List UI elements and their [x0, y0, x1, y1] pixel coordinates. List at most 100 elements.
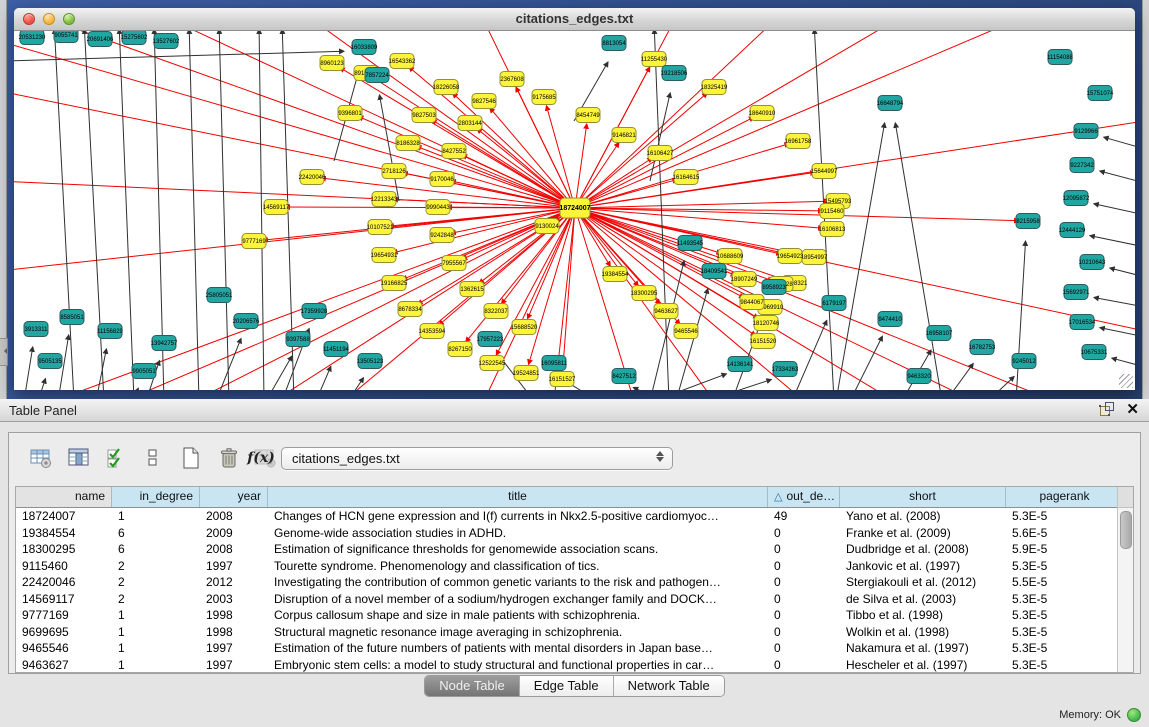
network-canvas[interactable]: 8960123891295516543362939680122420046145…: [14, 31, 1135, 390]
graph-node[interactable]: 18907249: [731, 272, 758, 287]
graph-node[interactable]: 1362615: [460, 282, 484, 297]
graph-node[interactable]: 18120746: [753, 316, 780, 331]
row-height-icon[interactable]: [139, 444, 167, 472]
table-row[interactable]: 946362711997Embryonic stem cells: a mode…: [16, 657, 1133, 674]
graph-node[interactable]: 9175685: [532, 90, 556, 105]
table-cell[interactable]: 2009: [200, 525, 268, 542]
table-cell[interactable]: 0: [768, 607, 840, 624]
table-cell[interactable]: 1: [112, 607, 200, 624]
graph-node[interactable]: 8322037: [484, 304, 508, 319]
graph-node[interactable]: 19654931: [371, 248, 398, 263]
graph-node[interactable]: 18954997: [801, 250, 828, 265]
table-cell[interactable]: 14569117: [16, 591, 112, 608]
column-header-out_de[interactable]: △out_de…: [768, 487, 840, 507]
float-panel-icon[interactable]: [1099, 402, 1114, 417]
new-table-icon[interactable]: [177, 444, 205, 472]
table-cell[interactable]: 2012: [200, 574, 268, 591]
table-cell[interactable]: 1997: [200, 657, 268, 674]
graph-node[interactable]: 16151527: [549, 372, 576, 387]
graph-node[interactable]: 20691406: [87, 32, 114, 47]
table-row[interactable]: 1938455462009Genome-wide association stu…: [16, 525, 1133, 542]
column-header-short[interactable]: short: [840, 487, 1006, 507]
graph-node[interactable]: 25805051: [206, 288, 233, 303]
table-cell[interactable]: 6: [112, 541, 200, 558]
table-row[interactable]: 1456911722003Disruption of a novel membe…: [16, 591, 1133, 608]
table-cell[interactable]: 2: [112, 591, 200, 608]
graph-node[interactable]: 16151520: [750, 334, 777, 349]
graph-node[interactable]: 12213343: [371, 192, 398, 207]
close-panel-icon[interactable]: ✕: [1126, 402, 1139, 417]
graph-node[interactable]: 19524851: [513, 366, 540, 381]
graph-node[interactable]: 7955567: [442, 256, 466, 271]
graph-node[interactable]: 8454749: [576, 108, 600, 123]
graph-node[interactable]: 9245012: [1012, 354, 1036, 369]
graph-node[interactable]: 12095872: [1063, 191, 1090, 206]
graph-node[interactable]: 9146821: [612, 128, 636, 143]
graph-node[interactable]: 9465546: [674, 324, 698, 339]
table-cell[interactable]: 0: [768, 558, 840, 575]
graph-node[interactable]: 10210643: [1079, 255, 1106, 270]
graph-node[interactable]: 22420046: [299, 170, 326, 185]
table-row[interactable]: 969969511998Structural magnetic resonanc…: [16, 624, 1133, 641]
graph-node[interactable]: 17957223: [477, 332, 504, 347]
graph-node[interactable]: 19218506: [661, 66, 688, 81]
graph-node[interactable]: 18640910: [749, 106, 776, 121]
table-cell[interactable]: 2003: [200, 591, 268, 608]
table-cell[interactable]: 0: [768, 657, 840, 674]
graph-node[interactable]: 15644997: [811, 164, 838, 179]
table-row[interactable]: 1872400712008Changes of HCN gene express…: [16, 508, 1133, 525]
graph-node[interactable]: 11154088: [1047, 50, 1073, 65]
graph-node[interactable]: 8215958: [1016, 214, 1040, 229]
graph-node[interactable]: 9905051: [132, 364, 156, 379]
graph-node[interactable]: 8585051: [60, 310, 84, 325]
table-cell[interactable]: 1: [112, 657, 200, 674]
table-cell[interactable]: 0: [768, 574, 840, 591]
table-cell[interactable]: 9699695: [16, 624, 112, 641]
graph-node[interactable]: 9474410: [878, 312, 902, 327]
table-cell[interactable]: 0: [768, 525, 840, 542]
delete-entries-trash-icon[interactable]: [215, 444, 243, 472]
hub-node[interactable]: 18724007: [559, 198, 590, 218]
network-view-window[interactable]: citations_edges.txt 89601238912955165433…: [14, 8, 1135, 390]
graph-node[interactable]: 14353594: [419, 324, 446, 339]
window-resize-grip[interactable]: [1119, 374, 1133, 388]
table-cell[interactable]: 49: [768, 508, 840, 525]
tab-network-table[interactable]: Network Table: [614, 676, 724, 696]
graph-node[interactable]: 15688520: [511, 320, 538, 335]
table-cell[interactable]: Structural magnetic resonance image aver…: [268, 624, 768, 641]
graph-node[interactable]: 9396801: [338, 106, 362, 121]
graph-node[interactable]: 16958107: [926, 326, 953, 341]
table-cell[interactable]: 6: [112, 525, 200, 542]
graph-node[interactable]: 8186328: [396, 136, 420, 151]
graph-node[interactable]: 8427552: [442, 144, 466, 159]
graph-node[interactable]: 10107521: [367, 220, 394, 235]
table-cell[interactable]: Tourette syndrome. Phenomenology and cla…: [268, 558, 768, 575]
table-cell[interactable]: Hescheler et al. (1997): [840, 657, 1006, 674]
table-cell[interactable]: 5.5E-5: [1006, 574, 1124, 591]
table-cell[interactable]: 5.3E-5: [1006, 591, 1124, 608]
graph-node[interactable]: 13505123: [357, 354, 384, 369]
select-all-icon[interactable]: [103, 444, 131, 472]
vertical-scrollbar[interactable]: [1117, 487, 1133, 672]
table-panel-titlebar[interactable]: Table Panel ✕: [0, 399, 1149, 422]
table-cell[interactable]: 1: [112, 508, 200, 525]
table-cell[interactable]: 9463627: [16, 657, 112, 674]
table-cell[interactable]: Wolkin et al. (1998): [840, 624, 1006, 641]
graph-node[interactable]: 17359928: [301, 304, 328, 319]
table-cell[interactable]: Changes of HCN gene expression and I(f) …: [268, 508, 768, 525]
tab-node-table[interactable]: Node Table: [425, 676, 520, 696]
graph-node[interactable]: 10688609: [717, 249, 744, 264]
graph-node[interactable]: 9055741: [54, 31, 78, 43]
graph-node[interactable]: 8267150: [448, 342, 472, 357]
table-cell[interactable]: 1: [112, 624, 200, 641]
graph-node[interactable]: 18300295: [631, 286, 658, 301]
table-cell[interactable]: 5.3E-5: [1006, 657, 1124, 674]
table-cell[interactable]: Jankovic et al. (1997): [840, 558, 1006, 575]
graph-node[interactable]: 19166825: [381, 276, 408, 291]
graph-node[interactable]: 13942757: [151, 336, 178, 351]
memory-indicator-dot[interactable]: [1127, 708, 1141, 722]
graph-node[interactable]: 2803144: [458, 116, 482, 131]
graph-node[interactable]: 20531230: [19, 31, 46, 45]
table-cell[interactable]: 1997: [200, 558, 268, 575]
table-row[interactable]: 1830029562008Estimation of significance …: [16, 541, 1133, 558]
